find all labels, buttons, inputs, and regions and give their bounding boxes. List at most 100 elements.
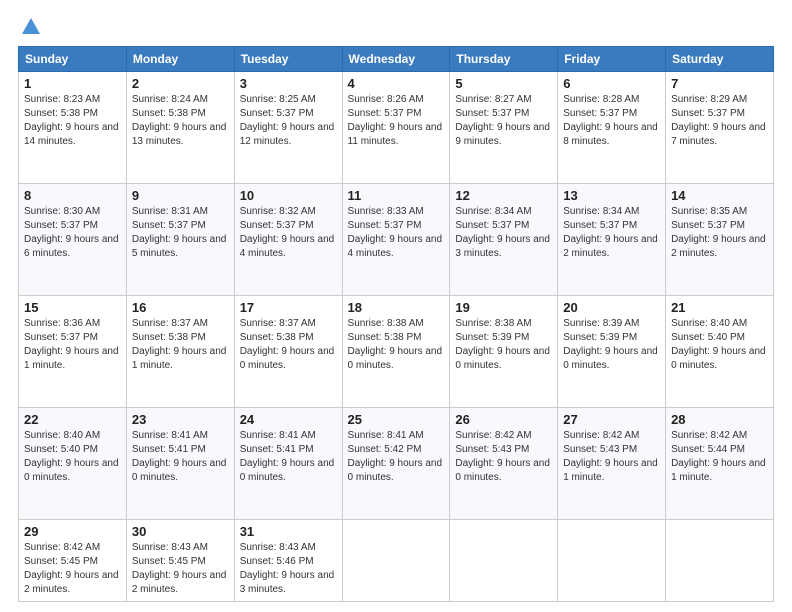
day-number: 13 bbox=[563, 188, 660, 203]
sunset-time: 5:37 PM bbox=[61, 332, 98, 343]
day-info: Sunrise: 8:27 AM Sunset: 5:37 PM Dayligh… bbox=[455, 93, 552, 149]
calendar-cell: 16 Sunrise: 8:37 AM Sunset: 5:38 PM Dayl… bbox=[126, 296, 234, 408]
day-number: 3 bbox=[240, 76, 337, 91]
daylight-label: Daylight: 9 hours and 0 minutes. bbox=[671, 346, 766, 371]
calendar-cell: 13 Sunrise: 8:34 AM Sunset: 5:37 PM Dayl… bbox=[558, 184, 666, 296]
sunset-time: 5:45 PM bbox=[61, 556, 98, 567]
calendar-cell bbox=[342, 520, 450, 602]
daylight-label: Daylight: 9 hours and 0 minutes. bbox=[455, 458, 550, 483]
day-number: 27 bbox=[563, 412, 660, 427]
day-number: 29 bbox=[24, 524, 121, 539]
weekday-header-thursday: Thursday bbox=[450, 47, 558, 72]
sunset-label: Sunset: bbox=[348, 220, 385, 231]
day-info: Sunrise: 8:42 AM Sunset: 5:43 PM Dayligh… bbox=[455, 429, 552, 485]
sunset-time: 5:45 PM bbox=[169, 556, 206, 567]
daylight-label: Daylight: 9 hours and 1 minute. bbox=[671, 458, 766, 483]
sunrise-time: 8:38 AM bbox=[495, 318, 532, 329]
weekday-header-wednesday: Wednesday bbox=[342, 47, 450, 72]
day-number: 16 bbox=[132, 300, 229, 315]
sunset-label: Sunset: bbox=[132, 556, 169, 567]
daylight-label: Daylight: 9 hours and 6 minutes. bbox=[24, 234, 119, 259]
sunset-time: 5:39 PM bbox=[600, 332, 637, 343]
day-number: 12 bbox=[455, 188, 552, 203]
sunset-label: Sunset: bbox=[240, 108, 277, 119]
sunset-label: Sunset: bbox=[455, 444, 492, 455]
sunrise-label: Sunrise: bbox=[563, 318, 602, 329]
weekday-header-sunday: Sunday bbox=[19, 47, 127, 72]
sunset-time: 5:37 PM bbox=[384, 220, 421, 231]
day-number: 24 bbox=[240, 412, 337, 427]
daylight-label: Daylight: 9 hours and 12 minutes. bbox=[240, 122, 335, 147]
calendar-cell: 18 Sunrise: 8:38 AM Sunset: 5:38 PM Dayl… bbox=[342, 296, 450, 408]
sunset-time: 5:43 PM bbox=[492, 444, 529, 455]
sunrise-time: 8:41 AM bbox=[387, 430, 424, 441]
daylight-label: Daylight: 9 hours and 7 minutes. bbox=[671, 122, 766, 147]
sunrise-time: 8:39 AM bbox=[603, 318, 640, 329]
daylight-label: Daylight: 9 hours and 3 minutes. bbox=[455, 234, 550, 259]
sunrise-label: Sunrise: bbox=[24, 94, 63, 105]
daylight-label: Daylight: 9 hours and 0 minutes. bbox=[240, 346, 335, 371]
sunset-time: 5:42 PM bbox=[384, 444, 421, 455]
sunrise-time: 8:41 AM bbox=[279, 430, 316, 441]
sunrise-label: Sunrise: bbox=[132, 542, 171, 553]
day-number: 11 bbox=[348, 188, 445, 203]
sunrise-time: 8:42 AM bbox=[495, 430, 532, 441]
day-number: 4 bbox=[348, 76, 445, 91]
sunset-label: Sunset: bbox=[240, 556, 277, 567]
sunset-label: Sunset: bbox=[455, 108, 492, 119]
day-info: Sunrise: 8:39 AM Sunset: 5:39 PM Dayligh… bbox=[563, 317, 660, 373]
sunrise-time: 8:29 AM bbox=[711, 94, 748, 105]
day-number: 31 bbox=[240, 524, 337, 539]
sunset-time: 5:46 PM bbox=[276, 556, 313, 567]
daylight-label: Daylight: 9 hours and 2 minutes. bbox=[563, 234, 658, 259]
calendar-cell: 29 Sunrise: 8:42 AM Sunset: 5:45 PM Dayl… bbox=[19, 520, 127, 602]
sunrise-time: 8:37 AM bbox=[171, 318, 208, 329]
day-info: Sunrise: 8:40 AM Sunset: 5:40 PM Dayligh… bbox=[671, 317, 768, 373]
sunset-time: 5:37 PM bbox=[169, 220, 206, 231]
calendar-cell: 9 Sunrise: 8:31 AM Sunset: 5:37 PM Dayli… bbox=[126, 184, 234, 296]
sunrise-label: Sunrise: bbox=[455, 206, 494, 217]
sunrise-label: Sunrise: bbox=[455, 430, 494, 441]
day-info: Sunrise: 8:31 AM Sunset: 5:37 PM Dayligh… bbox=[132, 205, 229, 261]
daylight-label: Daylight: 9 hours and 2 minutes. bbox=[132, 570, 227, 595]
sunset-label: Sunset: bbox=[348, 332, 385, 343]
sunset-label: Sunset: bbox=[671, 444, 708, 455]
sunrise-time: 8:23 AM bbox=[63, 94, 100, 105]
day-info: Sunrise: 8:40 AM Sunset: 5:40 PM Dayligh… bbox=[24, 429, 121, 485]
daylight-label: Daylight: 9 hours and 1 minute. bbox=[24, 346, 119, 371]
calendar-cell: 2 Sunrise: 8:24 AM Sunset: 5:38 PM Dayli… bbox=[126, 72, 234, 184]
sunrise-label: Sunrise: bbox=[563, 430, 602, 441]
day-info: Sunrise: 8:41 AM Sunset: 5:42 PM Dayligh… bbox=[348, 429, 445, 485]
day-number: 17 bbox=[240, 300, 337, 315]
sunset-label: Sunset: bbox=[455, 332, 492, 343]
daylight-label: Daylight: 9 hours and 3 minutes. bbox=[240, 570, 335, 595]
sunrise-time: 8:26 AM bbox=[387, 94, 424, 105]
day-info: Sunrise: 8:42 AM Sunset: 5:43 PM Dayligh… bbox=[563, 429, 660, 485]
sunset-time: 5:37 PM bbox=[61, 220, 98, 231]
daylight-label: Daylight: 9 hours and 13 minutes. bbox=[132, 122, 227, 147]
daylight-label: Daylight: 9 hours and 9 minutes. bbox=[455, 122, 550, 147]
day-number: 25 bbox=[348, 412, 445, 427]
sunset-label: Sunset: bbox=[455, 220, 492, 231]
sunrise-label: Sunrise: bbox=[132, 318, 171, 329]
day-number: 6 bbox=[563, 76, 660, 91]
logo bbox=[18, 16, 42, 38]
calendar-cell: 1 Sunrise: 8:23 AM Sunset: 5:38 PM Dayli… bbox=[19, 72, 127, 184]
daylight-label: Daylight: 9 hours and 14 minutes. bbox=[24, 122, 119, 147]
sunrise-label: Sunrise: bbox=[132, 206, 171, 217]
calendar-table: SundayMondayTuesdayWednesdayThursdayFrid… bbox=[18, 46, 774, 602]
day-number: 7 bbox=[671, 76, 768, 91]
sunrise-time: 8:43 AM bbox=[171, 542, 208, 553]
day-number: 5 bbox=[455, 76, 552, 91]
calendar-cell: 7 Sunrise: 8:29 AM Sunset: 5:37 PM Dayli… bbox=[666, 72, 774, 184]
sunrise-label: Sunrise: bbox=[240, 542, 279, 553]
day-info: Sunrise: 8:42 AM Sunset: 5:45 PM Dayligh… bbox=[24, 541, 121, 597]
calendar-cell: 27 Sunrise: 8:42 AM Sunset: 5:43 PM Dayl… bbox=[558, 408, 666, 520]
sunrise-label: Sunrise: bbox=[671, 206, 710, 217]
sunset-label: Sunset: bbox=[132, 444, 169, 455]
sunrise-time: 8:24 AM bbox=[171, 94, 208, 105]
sunset-time: 5:37 PM bbox=[384, 108, 421, 119]
sunrise-time: 8:40 AM bbox=[711, 318, 748, 329]
sunrise-time: 8:35 AM bbox=[711, 206, 748, 217]
daylight-label: Daylight: 9 hours and 11 minutes. bbox=[348, 122, 443, 147]
